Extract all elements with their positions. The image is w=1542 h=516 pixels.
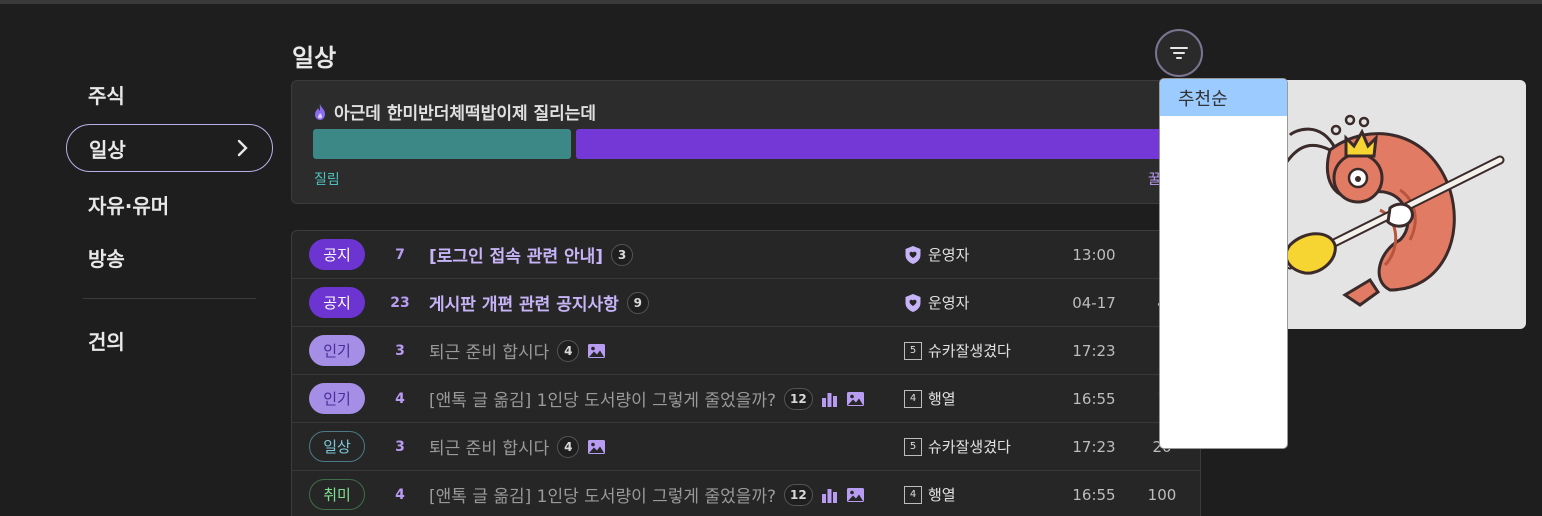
bar-chart-icon [821, 391, 838, 407]
post-author[interactable]: 운영자 [904, 231, 969, 278]
user-level-badge: 4 [904, 485, 922, 504]
post-author[interactable]: 운영자 [904, 279, 969, 326]
view-count: 100 [1147, 485, 1177, 504]
sidebar-item-label: 자유·유머 [88, 193, 170, 218]
user-level-badge: 5 [904, 341, 922, 360]
comment-count-badge: 4 [557, 339, 580, 362]
comment-count-badge: 4 [557, 435, 580, 458]
shield-icon [904, 293, 922, 313]
sidebar-item-suggestion[interactable]: 건의 [66, 316, 273, 364]
poll-question: 아근데 한미반더체떡밥이제 질리는데 [312, 99, 596, 124]
post-list: 공지 7 [로그인 접속 관련 안내] 3 운영자 13:00 공지 23 게시판 개편 관련 … [291, 230, 1201, 516]
sidebar-item-broadcast[interactable]: 방송 [66, 233, 273, 281]
shrimp-king-banner-image[interactable] [1250, 80, 1526, 329]
image-icon [587, 343, 606, 359]
post-title-group: 게시판 개편 관련 공지사항 9 [429, 279, 649, 326]
poll-option-a-label: 질림 [314, 172, 340, 188]
post-row[interactable]: 일상3퇴근 준비 합시다45슈카잘생겼다17:2320 [292, 423, 1200, 471]
sidebar-item-label: 건의 [88, 329, 125, 354]
author-name: 슈카잘생겼다 [928, 438, 1011, 456]
post-time: 16:55 [1072, 389, 1116, 408]
sidebar-divider [83, 298, 256, 299]
post-title-group: [앤톡 글 옮김] 1인당 도서량이 그렇게 줄었을까? 12 [429, 375, 865, 422]
sidebar-item-stocks[interactable]: 주식 [66, 70, 273, 118]
post-title-link[interactable]: [앤톡 글 옮김] 1인당 도서량이 그렇게 줄었을까? [429, 386, 776, 411]
fire-icon [315, 103, 325, 120]
poll-card: 아근데 한미반더체떡밥이제 질리는데 질림 꿀 [291, 80, 1201, 204]
post-title-group: 퇴근 준비 합시다 4 [429, 327, 606, 374]
category-badge[interactable]: 인기 [309, 383, 365, 414]
comment-count-badge: 9 [626, 291, 649, 314]
sidebar-item-label: 주식 [88, 83, 125, 108]
author-name: 슈카잘생겼다 [928, 342, 1011, 360]
post-time: 04-17 [1072, 293, 1116, 312]
comment-count-badge: 12 [784, 387, 813, 410]
sort-filter-button[interactable] [1155, 29, 1203, 77]
post-title-group: [로그인 접속 관련 안내] 3 [429, 231, 634, 278]
filter-icon [1170, 47, 1188, 59]
category-badge[interactable]: 취미 [309, 479, 365, 510]
post-row[interactable]: 취미 4 [앤톡 글 옮김] 1인당 도서량이 그렇게 줄었을까? 12 4 행열 16:5… [292, 471, 1200, 516]
post-author[interactable]: 4 행열 [904, 471, 956, 516]
sidebar-item-label: 방송 [88, 246, 125, 271]
post-author[interactable]: 5 슈카잘생겼다 [904, 423, 1011, 470]
chevron-right-icon [237, 139, 248, 157]
post-title-link[interactable]: 게시판 개편 관련 공지사항 [429, 290, 619, 315]
page-title: 일상 [292, 44, 337, 72]
post-time: 16:55 [1072, 485, 1116, 504]
sort-option[interactable]: 추천순 [1160, 79, 1287, 116]
category-badge[interactable]: 인기 [309, 335, 365, 366]
category-badge[interactable]: 공지 [309, 287, 365, 318]
sidebar-item-label: 일상 [89, 137, 126, 162]
author-name: 운영자 [928, 294, 970, 312]
post-title-link[interactable]: 퇴근 준비 합시다 [429, 338, 549, 363]
post-author[interactable]: 4 행열 [904, 375, 956, 422]
poll-question-text: 아근데 한미반더체떡밥이제 질리는데 [334, 104, 597, 124]
post-time: 17:23 [1072, 437, 1116, 456]
author-name: 행열 [928, 486, 956, 504]
user-level-badge: 4 [904, 389, 922, 408]
poll-option-a-bar[interactable] [313, 129, 571, 159]
top-border [0, 0, 1542, 4]
poll-option-b-bar[interactable] [576, 129, 1200, 159]
image-icon [846, 487, 865, 503]
comment-count-badge: 12 [784, 483, 813, 506]
recommend-count: 4 [395, 486, 405, 503]
author-name: 운영자 [928, 246, 970, 264]
category-badge[interactable]: 일상 [309, 431, 365, 462]
sort-dropdown-menu: 추천순 [1159, 78, 1288, 449]
post-time: 17:23 [1072, 341, 1116, 360]
post-title-link[interactable]: [앤톡 글 옮김] 1인당 도서량이 그렇게 줄었을까? [429, 482, 776, 507]
category-badge[interactable]: 공지 [309, 239, 365, 270]
recommend-count: 7 [395, 246, 405, 263]
recommend-count: 3 [395, 438, 405, 455]
author-name: 행열 [928, 390, 956, 408]
post-row[interactable]: 인기 4 [앤톡 글 옮김] 1인당 도서량이 그렇게 줄었을까? 12 4 행열 16:5… [292, 375, 1200, 423]
shield-icon [904, 245, 922, 265]
recommend-count: 3 [395, 342, 405, 359]
user-level-badge: 5 [904, 437, 922, 456]
image-icon [587, 439, 606, 455]
sidebar-item-free-humor[interactable]: 자유·유머 [66, 180, 273, 228]
post-time: 13:00 [1072, 245, 1116, 264]
post-title-link[interactable]: [로그인 접속 관련 안내] [429, 242, 603, 267]
post-title-group: 퇴근 준비 합시다 4 [429, 423, 606, 470]
sidebar-item-daily[interactable]: 일상 [66, 124, 273, 172]
recommend-count: 23 [390, 294, 410, 311]
bar-chart-icon [821, 487, 838, 503]
post-author[interactable]: 5 슈카잘생겼다 [904, 327, 1011, 374]
shrimp-mascot-illustration [1278, 114, 1505, 307]
post-row[interactable]: 인기 3 퇴근 준비 합시다 4 5 슈카잘생겼다 17:23 [292, 327, 1200, 375]
post-row[interactable]: 공지 7 [로그인 접속 관련 안내] 3 운영자 13:00 [292, 231, 1200, 279]
recommend-count: 4 [395, 390, 405, 407]
image-icon [846, 391, 865, 407]
post-title-group: [앤톡 글 옮김] 1인당 도서량이 그렇게 줄었을까? 12 [429, 471, 865, 516]
comment-count-badge: 3 [611, 243, 634, 266]
post-row[interactable]: 공지23게시판 개편 관련 공지사항9운영자04-174 [292, 279, 1200, 327]
post-title-link[interactable]: 퇴근 준비 합시다 [429, 434, 549, 459]
